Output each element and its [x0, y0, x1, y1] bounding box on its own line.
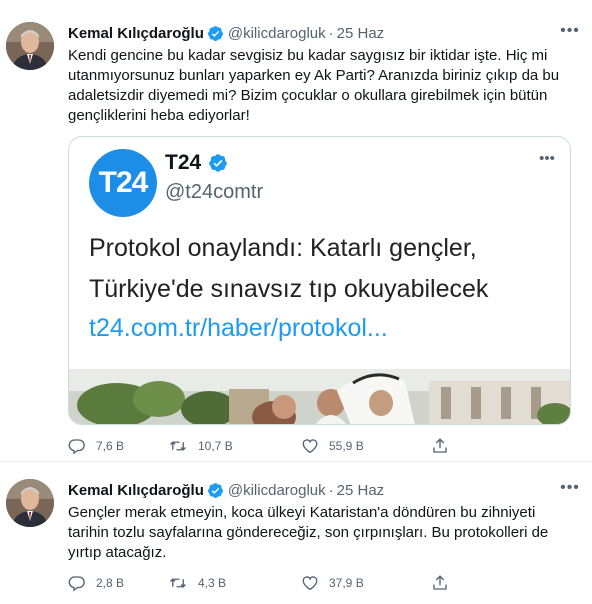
verified-badge-icon [207, 482, 224, 499]
reply-count: 2,8 B [96, 576, 125, 590]
quoted-tweet-card[interactable]: T24 T24 @t24comtr ••• Protokol onaylandı… [68, 136, 571, 425]
like-count: 55,9 B [329, 439, 364, 453]
tweet-actions: 7,6 B 10,7 B 55,9 B [68, 436, 528, 456]
separator: · [328, 24, 334, 42]
reply-count: 7,6 B [96, 439, 125, 453]
quoted-author-handle[interactable]: @t24comtr [165, 181, 263, 204]
tweet[interactable]: Kemal Kılıçdaroğlu @kilicdarogluk · 25 H… [0, 463, 592, 604]
like-button[interactable]: 37,9 B [301, 574, 431, 592]
reply-button[interactable]: 2,8 B [68, 574, 168, 592]
retweet-icon [168, 574, 188, 592]
quoted-headline-line-1: Protokol onaylandı: Katarlı gençler, [89, 234, 477, 262]
like-icon [301, 437, 319, 455]
share-icon [431, 437, 449, 455]
verified-badge-icon [208, 153, 228, 173]
quoted-headline-line-2: Türkiye'de sınavsız tıp okuyabilecek [89, 275, 489, 303]
reply-icon [68, 574, 86, 592]
like-icon [301, 574, 319, 592]
avatar[interactable] [6, 479, 54, 527]
reply-button[interactable]: 7,6 B [68, 437, 168, 455]
tweet-actions: 2,8 B 4,3 B 37,9 B [68, 573, 528, 593]
more-icon[interactable]: ••• [556, 478, 584, 498]
like-count: 37,9 B [329, 576, 364, 590]
separator: · [328, 481, 334, 499]
share-button[interactable] [431, 574, 461, 592]
retweet-icon [168, 437, 188, 455]
tweet-text: Kendi gencine bu kadar sevgisiz bu kadar… [68, 47, 560, 124]
quoted-photo[interactable] [69, 369, 570, 424]
author-handle[interactable]: @kilicdarogluk [228, 25, 326, 42]
avatar[interactable] [6, 22, 54, 70]
tweet-date[interactable]: 25 Haz [337, 482, 385, 499]
author-name[interactable]: Kemal Kılıçdaroğlu [68, 482, 204, 499]
retweet-button[interactable]: 4,3 B [168, 574, 301, 592]
retweet-button[interactable]: 10,7 B [168, 437, 301, 455]
verified-badge-icon [207, 25, 224, 42]
reply-icon [68, 437, 86, 455]
tweet[interactable]: Kemal Kılıçdaroğlu @kilicdarogluk · 25 H… [0, 0, 592, 462]
share-icon [431, 574, 449, 592]
quoted-link[interactable]: t24.com.tr/haber/protokol... [89, 313, 388, 343]
author-handle[interactable]: @kilicdarogluk [228, 482, 326, 499]
tweet-date[interactable]: 25 Haz [337, 25, 385, 42]
quoted-author-name[interactable]: T24 [165, 151, 232, 175]
quoted-author-name-text: T24 [165, 151, 202, 174]
more-icon[interactable]: ••• [556, 21, 584, 41]
tweet-header: Kemal Kılıçdaroğlu @kilicdarogluk · 25 H… [68, 480, 384, 500]
t24-logo[interactable]: T24 [89, 149, 157, 217]
tweet-text: Gençler merak etmeyin, koca ülkeyi Katar… [68, 504, 549, 561]
more-icon[interactable]: ••• [534, 149, 560, 167]
share-button[interactable] [431, 437, 461, 455]
tweet-header: Kemal Kılıçdaroğlu @kilicdarogluk · 25 H… [68, 23, 384, 43]
retweet-count: 4,3 B [198, 576, 227, 590]
author-name[interactable]: Kemal Kılıçdaroğlu [68, 25, 204, 42]
retweet-count: 10,7 B [198, 439, 233, 453]
like-button[interactable]: 55,9 B [301, 437, 431, 455]
